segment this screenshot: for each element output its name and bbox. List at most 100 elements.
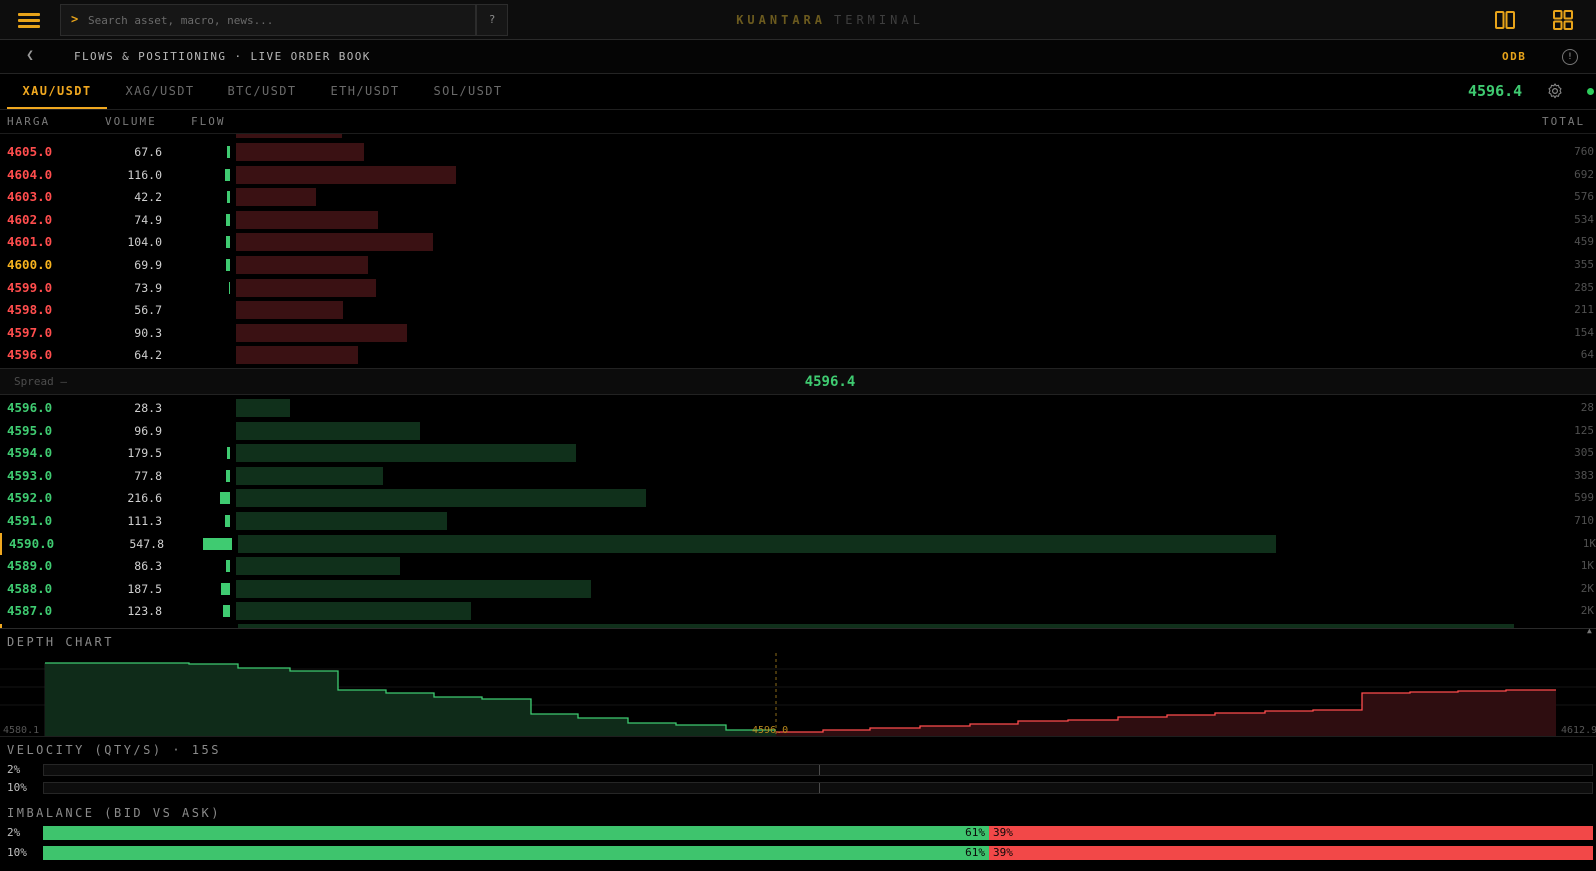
ask-row[interactable]: 4603.0 42.2 576 xyxy=(0,186,1596,208)
flow-bar xyxy=(227,146,230,158)
velocity-title: VELOCITY (QTY/S) · 15S xyxy=(7,743,221,757)
velocity-label-10pct: 10% xyxy=(7,781,27,794)
tab-xag-usdt[interactable]: XAG/USDT xyxy=(112,74,208,109)
volume-cell: 64.2 xyxy=(134,348,162,363)
flow-bar xyxy=(226,213,230,226)
ask-row[interactable]: 4598.0 56.7 211 xyxy=(0,299,1596,321)
ask-row[interactable]: 4599.0 73.9 285 xyxy=(0,277,1596,299)
total-cell: 1K xyxy=(1580,559,1594,573)
asset-tabs: XAU/USDT XAG/USDT BTC/USDT ETH/USDT SOL/… xyxy=(0,74,1596,110)
bid-row[interactable]: 4592.0 216.6 599 xyxy=(0,487,1596,509)
price-cell: 4594.0 xyxy=(7,445,53,461)
total-cell: 710 xyxy=(1574,514,1594,527)
volume-cell: 77.8 xyxy=(134,468,162,483)
volume-bar xyxy=(238,534,1276,553)
tab-sol-usdt[interactable]: SOL/USDT xyxy=(420,74,516,109)
volume-bar xyxy=(236,602,471,621)
tab-xau-usdt[interactable]: XAU/USDT xyxy=(7,74,107,109)
price-cell: 4602.0 xyxy=(7,211,53,227)
bid-row[interactable]: 4587.0 123.8 2K xyxy=(0,600,1596,622)
volume-cell: 104.0 xyxy=(127,235,162,250)
depth-chart-plot xyxy=(0,653,1596,737)
bid-row[interactable]: 4591.0 111.3 710 xyxy=(0,510,1596,532)
bid-row[interactable]: 4595.0 96.9 125 xyxy=(0,420,1596,442)
bid-row[interactable]: 4590.0 547.8 1K xyxy=(0,532,1596,555)
total-cell: 534 xyxy=(1574,212,1594,226)
ask-row[interactable]: 4597.0 90.3 154 xyxy=(0,322,1596,344)
bid-row[interactable]: 4593.0 77.8 383 xyxy=(0,465,1596,487)
volume-cell: 547.8 xyxy=(129,536,164,551)
menu-icon[interactable] xyxy=(8,5,52,35)
price-cell: 4597.0 xyxy=(7,324,53,340)
columns-icon[interactable] xyxy=(1494,9,1516,31)
ask-row[interactable]: 4602.0 74.9 534 xyxy=(0,209,1596,231)
bid-row[interactable]: 4596.0 28.3 28 xyxy=(0,397,1596,419)
total-cell: 28 xyxy=(1580,401,1594,414)
total-cell: 285 xyxy=(1574,280,1594,294)
ask-row[interactable]: 4605.0 67.6 760 xyxy=(0,141,1596,163)
prompt-caret: > xyxy=(71,12,79,26)
volume-bar xyxy=(236,256,368,274)
price-cell: 4600.0 xyxy=(7,257,53,272)
odb-badge[interactable]: ODB xyxy=(1502,50,1526,63)
bid-row[interactable]: 4589.0 86.3 1K xyxy=(0,555,1596,577)
volume-cell: 116.0 xyxy=(127,167,162,182)
price-cell: 4596.0 xyxy=(7,347,53,363)
price-cell: 4592.0 xyxy=(7,490,53,506)
bid-row[interactable]: 4594.0 179.5 305 xyxy=(0,442,1596,464)
volume-bar xyxy=(236,579,591,598)
search-input[interactable] xyxy=(86,8,466,32)
total-cell: 1K xyxy=(1582,536,1596,550)
flow-bar xyxy=(203,537,232,550)
tab-eth-usdt[interactable]: ETH/USDT xyxy=(317,74,413,109)
flow-bar xyxy=(227,447,230,460)
ask-row[interactable]: 4604.0 116.0 692 xyxy=(0,164,1596,186)
price-cell: 4596.0 xyxy=(7,400,53,415)
ask-row[interactable]: 4600.0 69.9 355 xyxy=(0,254,1596,276)
volume-bar xyxy=(236,421,420,440)
volume-cell: 187.5 xyxy=(127,581,162,596)
depth-chart: DEPTH CHART ▲ 4580.1 4596.0 4612.9 xyxy=(0,626,1596,737)
price-cell: 4601.0 xyxy=(7,234,53,250)
volume-bar xyxy=(236,512,447,530)
ask-depth-area xyxy=(776,690,1556,737)
bid-percent: 61% xyxy=(965,826,985,839)
flow-bar xyxy=(226,469,230,482)
volume-column-header: VOLUME xyxy=(105,115,157,128)
flow-bar xyxy=(226,236,230,249)
total-cell: 64 xyxy=(1580,348,1594,362)
page-title: FLOWS & POSITIONING · LIVE ORDER BOOK xyxy=(74,50,371,63)
volume-cell: 74.9 xyxy=(134,212,162,227)
price-column-header: HARGA xyxy=(7,115,51,128)
volume-bar xyxy=(236,444,576,463)
bid-row[interactable]: 4588.0 187.5 2K xyxy=(0,578,1596,600)
ask-row[interactable]: 4596.0 64.2 64 xyxy=(0,344,1596,366)
price-cell: 4599.0 xyxy=(7,279,53,295)
chevron-left-icon[interactable]: ❮ xyxy=(20,48,40,66)
caret-up-icon[interactable]: ▲ xyxy=(1587,626,1592,635)
volume-cell: 67.6 xyxy=(134,145,162,159)
partial-ask-bar xyxy=(236,134,342,138)
volume-bar xyxy=(236,143,364,161)
flow-bar xyxy=(220,492,230,505)
total-cell: 355 xyxy=(1574,258,1594,271)
gear-icon[interactable] xyxy=(1546,82,1564,100)
volume-cell: 216.6 xyxy=(127,491,162,506)
order-book-header: HARGA VOLUME FLOW TOTAL xyxy=(0,110,1596,134)
volume-cell: 42.2 xyxy=(134,190,162,205)
ask-row[interactable]: 4601.0 104.0 459 xyxy=(0,231,1596,253)
volume-bar xyxy=(236,165,456,184)
grid-icon[interactable] xyxy=(1552,9,1574,31)
total-cell: 459 xyxy=(1574,235,1594,249)
search-box: > xyxy=(60,4,476,36)
info-icon[interactable]: ! xyxy=(1562,49,1578,65)
volume-bar xyxy=(236,210,378,229)
help-button[interactable]: ? xyxy=(476,4,508,36)
flow-bar xyxy=(223,605,230,618)
volume-bar xyxy=(236,346,358,365)
imbalance-bar-10pct: 61% 39% xyxy=(43,846,1593,860)
total-cell: 154 xyxy=(1574,325,1594,339)
velocity-panel: VELOCITY (QTY/S) · 15S 2% 10% xyxy=(0,736,1596,800)
tab-btc-usdt[interactable]: BTC/USDT xyxy=(214,74,310,109)
price-cell: 4591.0 xyxy=(7,513,53,528)
